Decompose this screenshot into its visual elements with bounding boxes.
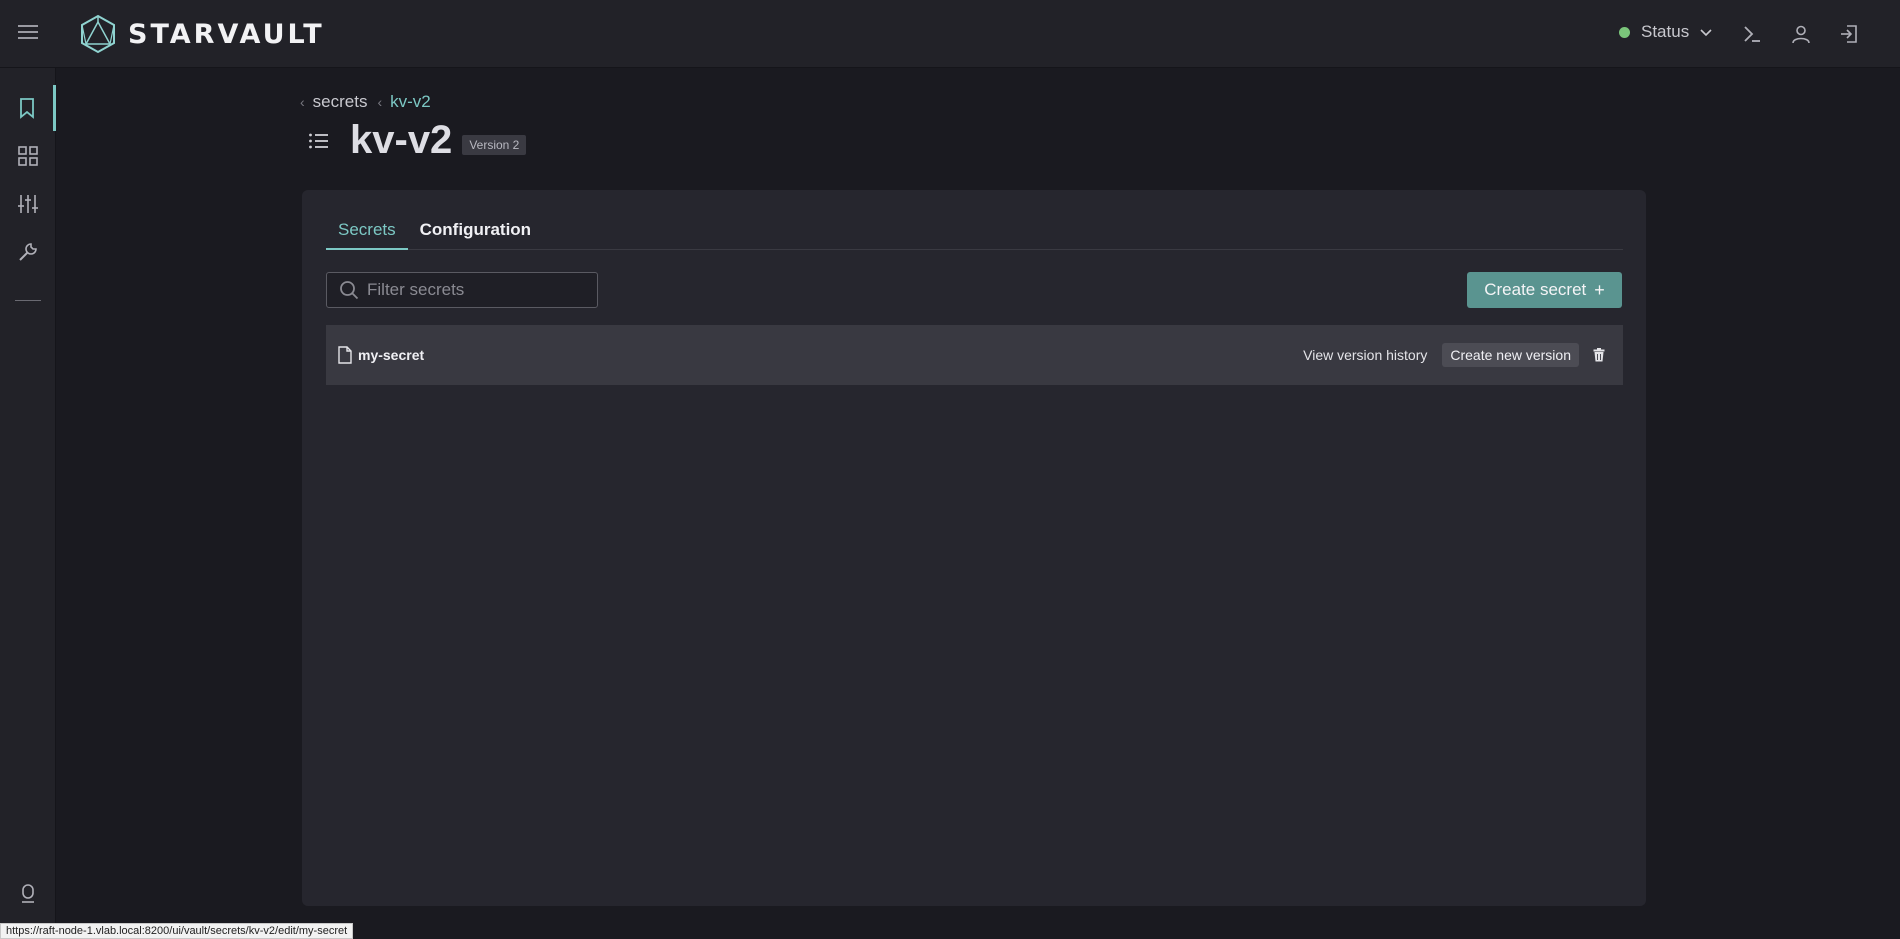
version-badge: Version 2	[462, 134, 527, 155]
logout-icon[interactable]	[1836, 21, 1862, 47]
row-actions: View version history Create new version	[1303, 343, 1605, 367]
trash-icon[interactable]	[1593, 348, 1605, 362]
sidebar-divider	[0, 277, 56, 323]
breadcrumb-kv-v2[interactable]: kv-v2	[390, 92, 431, 112]
sidebar-item-account[interactable]	[0, 871, 56, 917]
logo-icon	[81, 14, 115, 54]
user-icon[interactable]	[1788, 21, 1814, 47]
page-title: kv-v2	[350, 118, 453, 162]
badge-icon	[22, 884, 34, 903]
status-indicator	[1619, 26, 1630, 38]
sliders-icon	[18, 195, 38, 213]
view-version-history-button[interactable]: View version history	[1303, 347, 1427, 363]
terminal-icon[interactable]	[1739, 21, 1765, 47]
breadcrumb: ‹ secrets ‹ kv-v2	[300, 92, 441, 112]
breadcrumb-secrets[interactable]: secrets	[313, 92, 368, 112]
status-dropdown[interactable]: Status	[1619, 22, 1713, 42]
list-icon	[309, 133, 328, 148]
chevron-left-icon: ‹	[377, 94, 383, 110]
sidebar	[0, 68, 56, 939]
content-panel: Secrets Configuration Create secret + my…	[302, 190, 1646, 906]
sidebar-item-settings[interactable]	[0, 181, 56, 227]
tab-bar: Secrets Configuration	[326, 220, 1623, 250]
status-label: Status	[1641, 22, 1690, 41]
create-new-version-button[interactable]: Create new version	[1442, 343, 1579, 367]
dashboard-grid-icon	[18, 146, 38, 166]
browser-status-url: https://raft-node-1.vlab.local:8200/ui/v…	[0, 923, 354, 939]
top-bar: STARVAULT Status	[0, 0, 1900, 68]
chevron-left-icon: ‹	[300, 94, 305, 110]
plus-icon: +	[1594, 279, 1605, 300]
app-logo[interactable]: STARVAULT	[80, 14, 325, 54]
chevron-down-icon	[1700, 29, 1712, 37]
create-secret-label: Create secret	[1484, 280, 1587, 299]
secret-name[interactable]: my-secret	[358, 347, 424, 363]
sidebar-item-secrets[interactable]	[0, 85, 56, 131]
logo-text: STARVAULT	[128, 18, 325, 50]
tab-configuration[interactable]: Configuration	[408, 220, 543, 250]
tab-secrets[interactable]: Secrets	[326, 220, 408, 250]
hamburger-menu-icon[interactable]	[16, 22, 40, 46]
create-secret-button[interactable]: Create secret +	[1467, 272, 1622, 308]
sidebar-item-dashboard[interactable]	[0, 133, 56, 179]
sidebar-item-tools[interactable]	[0, 229, 56, 275]
list-item[interactable]: my-secret View version history Create ne…	[326, 325, 1623, 385]
filter-box	[326, 272, 598, 308]
bookmark-icon	[19, 98, 34, 119]
filter-secrets-input[interactable]	[367, 280, 587, 300]
page-header: kv-v2 Version 2	[308, 118, 527, 163]
file-icon	[338, 346, 352, 364]
wrench-icon	[19, 243, 37, 261]
search-icon	[340, 281, 359, 300]
